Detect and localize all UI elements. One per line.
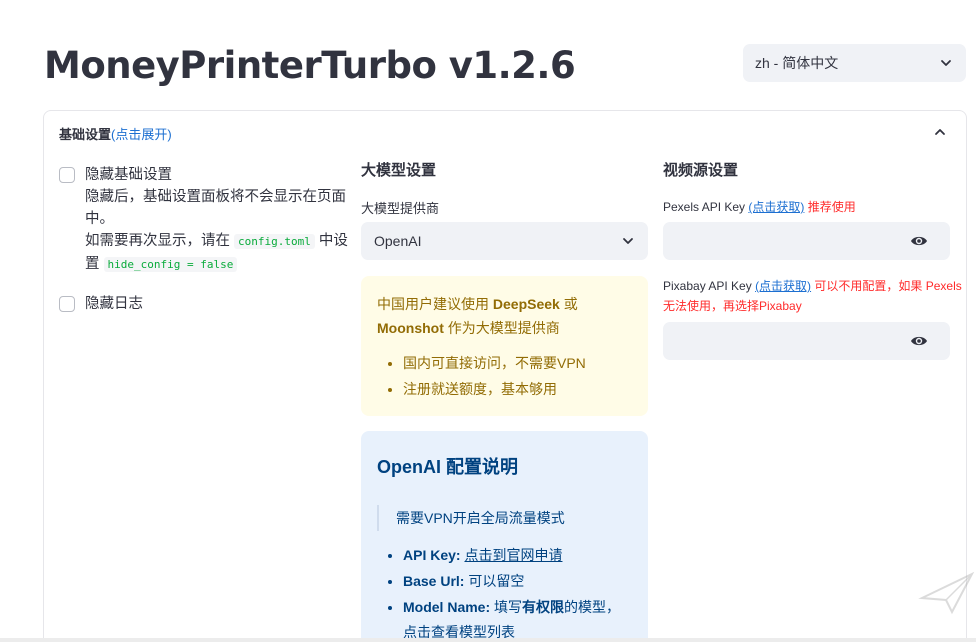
list-item: 注册就送额度，基本够用 (403, 376, 632, 402)
api-key-apply-link[interactable]: 点击到官网申请 (464, 547, 562, 563)
hide-basic-settings-label: 隐藏基础设置 (85, 167, 172, 183)
base-url-term: Base Url: (403, 573, 465, 589)
llm-provider-select[interactable]: OpenAI (361, 222, 648, 260)
pixabay-api-key-input[interactable] (663, 322, 950, 360)
watermark-icon (918, 568, 976, 616)
chevron-down-icon (622, 235, 634, 247)
list-item: API Key: 点击到官网申请 (403, 543, 633, 568)
page-title: MoneyPrinterTurbo v1.2.6 (44, 44, 576, 87)
video-source-heading: 视频源设置 (663, 162, 739, 179)
help-text: 如需要再次显示，请在 (85, 233, 235, 249)
expander-title: 基础设置 (59, 126, 112, 142)
language-select-value: zh - 简体中文 (755, 55, 839, 71)
moonshot-highlight: Moonshot (377, 320, 444, 336)
hide-log-checkbox-row[interactable]: 隐藏日志 (59, 293, 143, 315)
llm-settings-heading: 大模型设置 (361, 162, 437, 179)
language-select[interactable]: zh - 简体中文 (743, 44, 966, 82)
list-item: Base Url: 可以留空 (403, 569, 633, 594)
model-name-term: Model Name: (403, 599, 491, 615)
expander-hint: (点击展开) (111, 126, 172, 142)
openai-config-info: OpenAI 配置说明 需要VPN开启全局流量模式 API Key: 点击到官网… (361, 431, 648, 642)
list-item: 国内可直接访问，不需要VPN (403, 350, 632, 376)
chevron-down-icon (940, 57, 952, 69)
base-url-text: 可以留空 (468, 573, 525, 589)
model-text-bold: 有权限 (522, 599, 565, 615)
eye-icon[interactable] (910, 234, 928, 248)
warning-text-part: 中国用户建议使用 (377, 296, 493, 312)
openai-config-list: API Key: 点击到官网申请 Base Url: 可以留空 Model Na… (403, 543, 633, 642)
api-key-term: API Key: (403, 547, 461, 563)
warning-text-part: 作为大模型提供商 (443, 320, 560, 336)
openai-config-title: OpenAI 配置说明 (377, 457, 519, 477)
warning-text: 中国用户建议使用 DeepSeek 或 Moonshot 作为大模型提供商 (377, 292, 632, 340)
hide-basic-settings-checkbox-row[interactable]: 隐藏基础设置 (59, 164, 172, 186)
vpn-note-quote: 需要VPN开启全局流量模式 (377, 505, 565, 531)
llm-provider-label: 大模型提供商 (361, 201, 440, 216)
pixabay-key-label: Pixabay API Key (点击获取) 可以不用配置，如果 Pexels … (663, 276, 963, 316)
model-text: 填写 (494, 599, 523, 615)
hide-basic-settings-checkbox[interactable] (59, 167, 75, 183)
list-item: Model Name: 填写有权限的模型，点击查看模型列表 (403, 595, 633, 642)
chevron-up-icon[interactable] (934, 126, 946, 138)
pexels-api-key-input[interactable] (663, 222, 950, 260)
model-text: 的模型， (564, 599, 621, 615)
pexels-get-key-link[interactable]: (点击获取) (748, 200, 804, 214)
expander-header[interactable]: 基础设置 (点击展开) (44, 111, 966, 155)
hide-basic-settings-help: 隐藏后，基础设置面板将不会显示在页面中。 如需要再次显示，请在 config.t… (85, 186, 350, 276)
pexels-note: 推荐使用 (807, 200, 856, 214)
help-line-1: 隐藏后，基础设置面板将不会显示在页面中。 (85, 189, 346, 227)
pexels-label-text: Pexels API Key (663, 200, 746, 214)
pixabay-get-key-link[interactable]: (点击获取) (755, 279, 811, 293)
pexels-key-label: Pexels API Key (点击获取) 推荐使用 (663, 197, 963, 217)
pixabay-label-text: Pixabay API Key (663, 279, 752, 293)
page-bottom-divider (0, 638, 976, 642)
eye-icon[interactable] (910, 334, 928, 348)
hide-log-checkbox[interactable] (59, 296, 75, 312)
llm-provider-value: OpenAI (374, 233, 422, 249)
deepseek-highlight: DeepSeek (492, 296, 560, 312)
warning-list: 国内可直接访问，不需要VPN 注册就送额度，基本够用 (377, 350, 632, 402)
config-file-code: config.toml (234, 234, 315, 249)
help-line-2: 如需要再次显示，请在 config.toml 中设置 hide_config =… (85, 230, 350, 276)
warning-text-part: 或 (559, 296, 578, 312)
hide-log-label: 隐藏日志 (85, 296, 143, 312)
llm-recommendation-warning: 中国用户建议使用 DeepSeek 或 Moonshot 作为大模型提供商 国内… (361, 276, 648, 416)
hide-config-code: hide_config = false (103, 257, 238, 272)
